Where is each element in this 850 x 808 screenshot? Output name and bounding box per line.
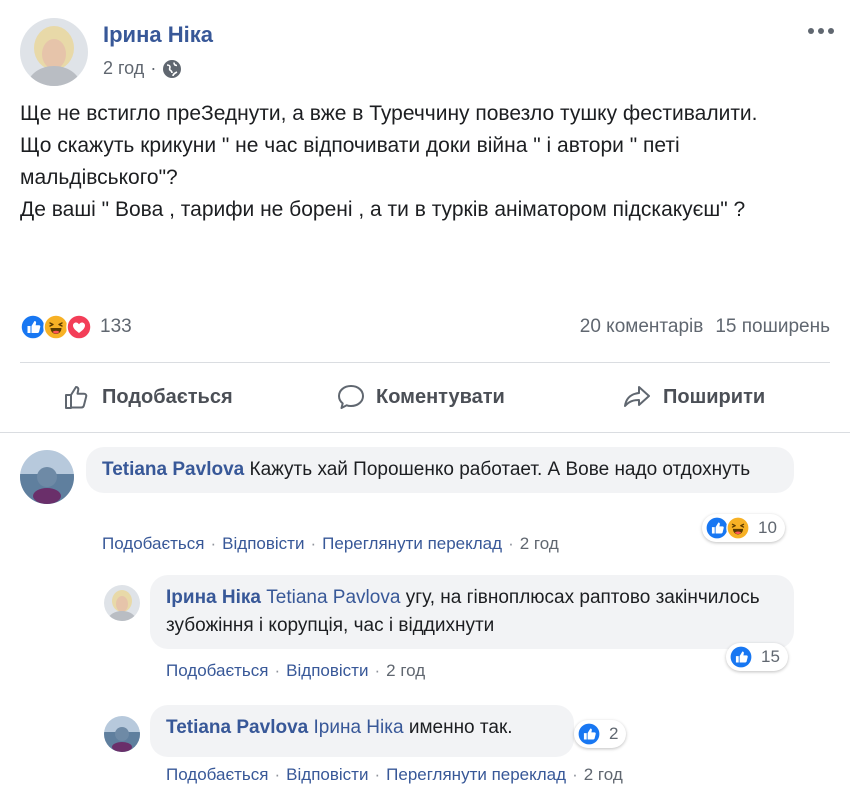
comment-actions: Подобається · Відповісти · Переглянути п… bbox=[166, 765, 623, 785]
see-translation-link[interactable]: Переглянути переклад bbox=[386, 765, 566, 785]
comment-time[interactable]: 2 год bbox=[386, 661, 425, 681]
post-text-line: Де ваші " Вова , тарифи не борені , а ти… bbox=[20, 198, 746, 221]
comment-actions: Подобається · Відповісти · Переглянути п… bbox=[102, 534, 559, 554]
post-meta: 2 год · bbox=[103, 58, 182, 79]
comment-bubble: Ірина Ніка Tetiana Pavlova угу, на гівно… bbox=[150, 575, 794, 649]
share-icon bbox=[624, 386, 650, 407]
commenter-avatar[interactable] bbox=[104, 585, 140, 621]
comment-time[interactable]: 2 год bbox=[520, 534, 559, 554]
comment-reaction-count: 2 bbox=[609, 724, 619, 743]
reaction-count: 133 bbox=[100, 316, 132, 337]
comment-bubble: Tetiana Pavlova Ірина Ніка именно так. bbox=[150, 705, 574, 757]
post-time[interactable]: 2 год bbox=[103, 58, 144, 79]
comment-mention[interactable]: Tetiana Pavlova bbox=[266, 587, 400, 608]
comment-like-link[interactable]: Подобається bbox=[166, 765, 269, 785]
comment-reaction-count: 15 bbox=[761, 647, 780, 666]
post-author-name[interactable]: Ірина Ніка bbox=[103, 22, 213, 48]
comment-like-link[interactable]: Подобається bbox=[102, 534, 205, 554]
like-label: Подобається bbox=[102, 385, 233, 408]
comment-icon bbox=[338, 385, 364, 409]
comment-author[interactable]: Tetiana Pavlova bbox=[102, 459, 244, 480]
thumbs-up-icon bbox=[65, 386, 88, 409]
shares-count[interactable]: 15 поширень bbox=[715, 316, 830, 338]
like-reaction-icon bbox=[729, 645, 753, 669]
comment-reactions[interactable]: 2 bbox=[574, 720, 627, 748]
post-text-line: Що скажуть крикуни " не час відпочивати … bbox=[20, 134, 680, 189]
globe-icon[interactable] bbox=[162, 59, 182, 79]
meta-separator: · bbox=[150, 58, 157, 78]
like-button[interactable]: Подобається bbox=[62, 378, 233, 416]
author-avatar[interactable] bbox=[20, 18, 88, 86]
love-reaction-icon bbox=[66, 314, 92, 340]
comments-count[interactable]: 20 коментарів bbox=[580, 316, 704, 338]
see-translation-link[interactable]: Переглянути переклад bbox=[322, 534, 502, 554]
comment-text: Кажуть хай Порошенко работает. А Вове на… bbox=[249, 459, 751, 480]
comment-reaction-count: 10 bbox=[758, 518, 777, 537]
commenter-avatar[interactable] bbox=[20, 450, 74, 504]
comment-author[interactable]: Tetiana Pavlova bbox=[166, 717, 308, 738]
share-button[interactable]: Поширити bbox=[621, 378, 765, 416]
share-label: Поширити bbox=[663, 385, 766, 408]
comment-label: Коментувати bbox=[376, 385, 505, 408]
haha-reaction-icon bbox=[726, 516, 750, 540]
like-reaction-icon bbox=[577, 722, 601, 746]
comment-like-link[interactable]: Подобається bbox=[166, 661, 269, 681]
reactions-summary[interactable]: 133 bbox=[20, 313, 132, 341]
comment-reactions[interactable]: 10 bbox=[702, 514, 785, 542]
comment-reply-link[interactable]: Відповісти bbox=[222, 534, 304, 554]
comment-reactions[interactable]: 15 bbox=[726, 643, 788, 671]
commenter-avatar[interactable] bbox=[104, 716, 140, 752]
divider bbox=[0, 432, 850, 433]
post-text-line: Ще не встигло преЗеднути, а вже в Туречч… bbox=[20, 102, 758, 125]
divider bbox=[20, 362, 830, 363]
comment-time[interactable]: 2 год bbox=[584, 765, 623, 785]
comment-actions: Подобається · Відповісти · 2 год bbox=[166, 661, 426, 681]
comment-reply-link[interactable]: Відповісти bbox=[286, 661, 368, 681]
more-options-icon[interactable] bbox=[808, 28, 834, 34]
comment-bubble: Tetiana Pavlova Кажуть хай Порошенко раб… bbox=[86, 447, 794, 493]
comment-reply-link[interactable]: Відповісти bbox=[286, 765, 368, 785]
comment-mention[interactable]: Ірина Ніка bbox=[314, 717, 404, 738]
comment-author[interactable]: Ірина Ніка bbox=[166, 587, 261, 608]
comment-text: именно так. bbox=[408, 717, 513, 738]
comment-button[interactable]: Коментувати bbox=[336, 378, 505, 416]
post-text: Ще не встигло преЗеднути, а вже в Туречч… bbox=[20, 98, 830, 226]
